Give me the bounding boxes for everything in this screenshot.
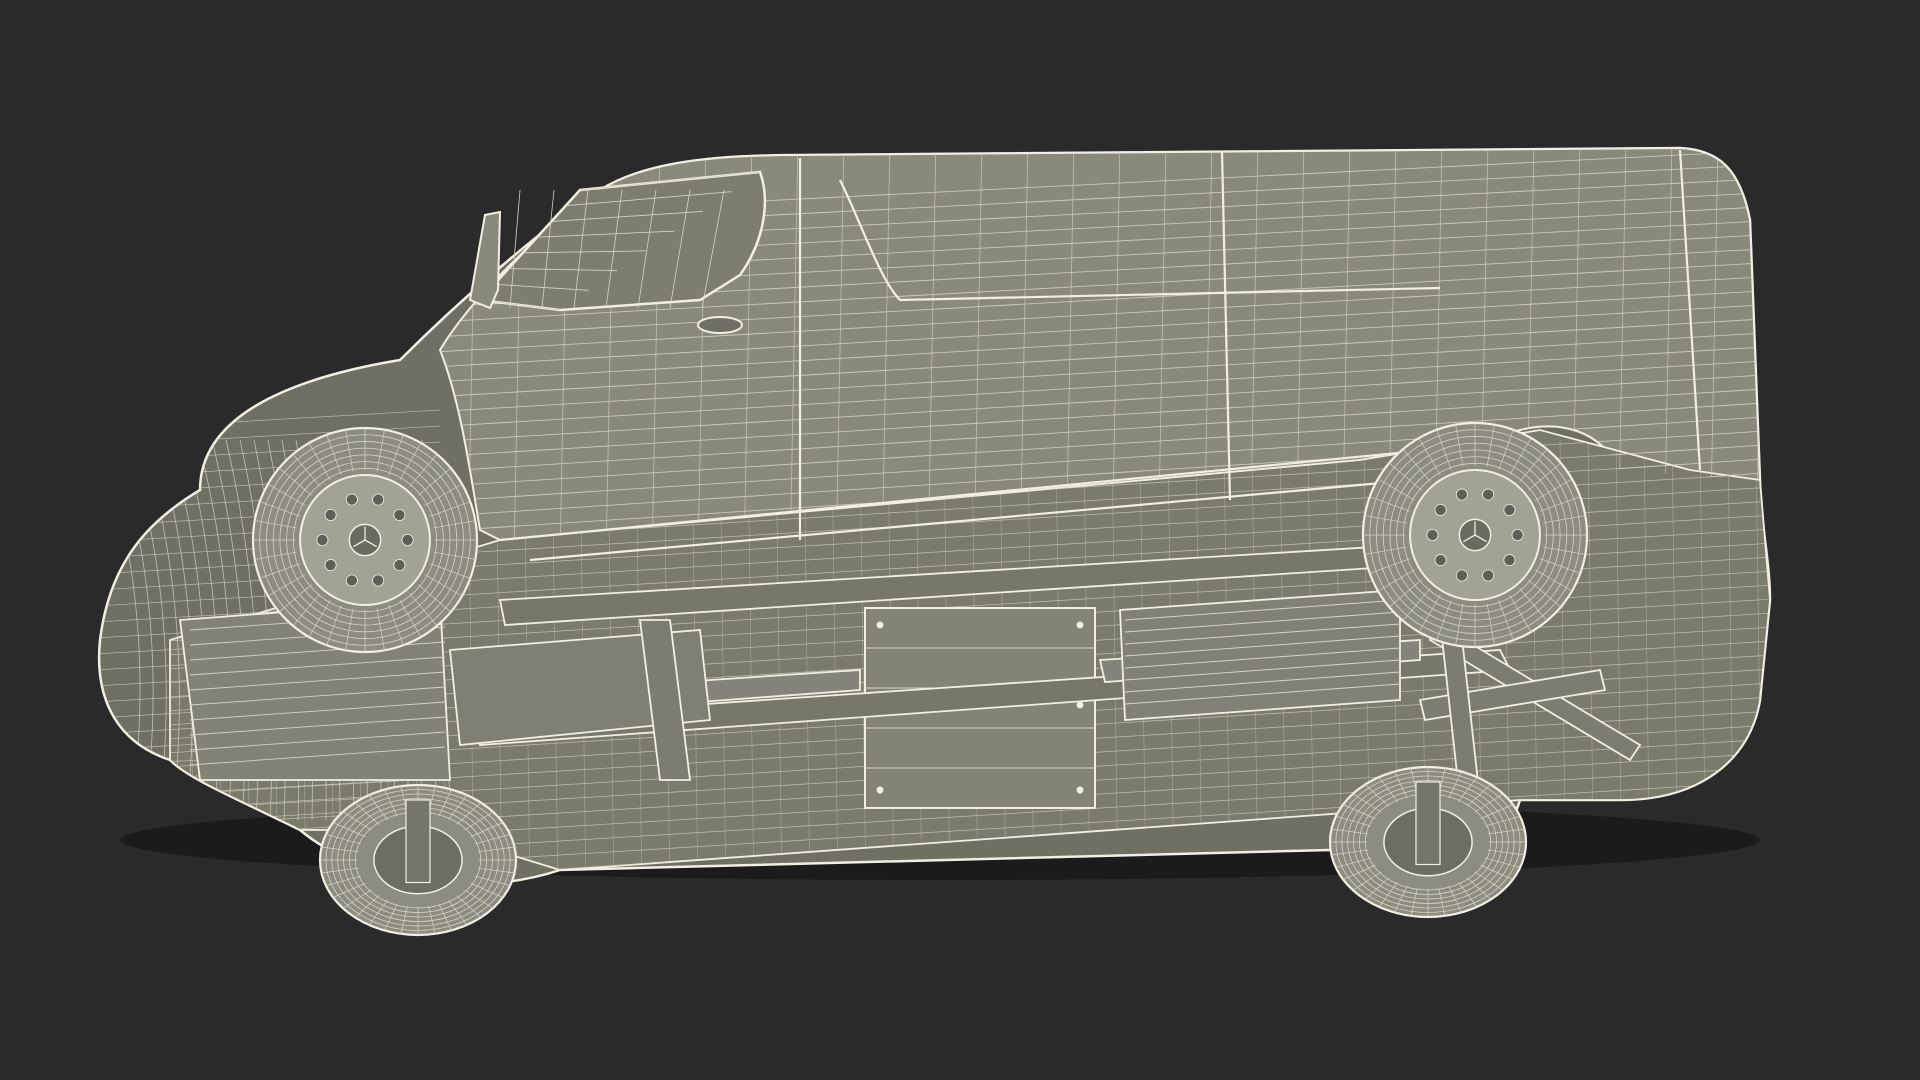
plate-bolt [876, 621, 884, 629]
rim-hole [401, 534, 414, 547]
rim-hole [1503, 503, 1516, 516]
wheel-rear-upper [1361, 421, 1589, 649]
suspension-strut [405, 799, 431, 884]
rim-hole [393, 508, 406, 521]
fuel-tank [1119, 589, 1401, 721]
van-wireframe-render [0, 0, 1920, 1080]
rim-hole [1434, 503, 1447, 516]
plate-bolt [876, 786, 884, 794]
plate-bolt [1076, 701, 1084, 709]
rim-hole [1455, 569, 1468, 582]
rim-hole [345, 493, 358, 506]
rim-hole [324, 508, 337, 521]
rim-hole [1482, 488, 1495, 501]
plate-bolt [1076, 786, 1084, 794]
rim-hole [393, 559, 406, 572]
rim-hole [345, 574, 358, 587]
rim-hole [1455, 488, 1468, 501]
wheel-front-upper [251, 426, 479, 654]
rim-hole [1482, 569, 1495, 582]
suspension-strut [1415, 781, 1441, 866]
rim-hole [316, 534, 329, 547]
rim-hole [324, 559, 337, 572]
rim-hole [372, 574, 385, 587]
plate-bolt [1076, 621, 1084, 629]
wheel-front-lower [318, 783, 518, 937]
rim-hole [1503, 554, 1516, 567]
rim-hole [372, 493, 385, 506]
door-handle [697, 316, 743, 334]
rim-hole [1426, 529, 1439, 542]
rim-hole [1511, 529, 1524, 542]
viewport [0, 0, 1920, 1080]
wheel-rear-lower [1328, 765, 1528, 919]
rim-hole [1434, 554, 1447, 567]
